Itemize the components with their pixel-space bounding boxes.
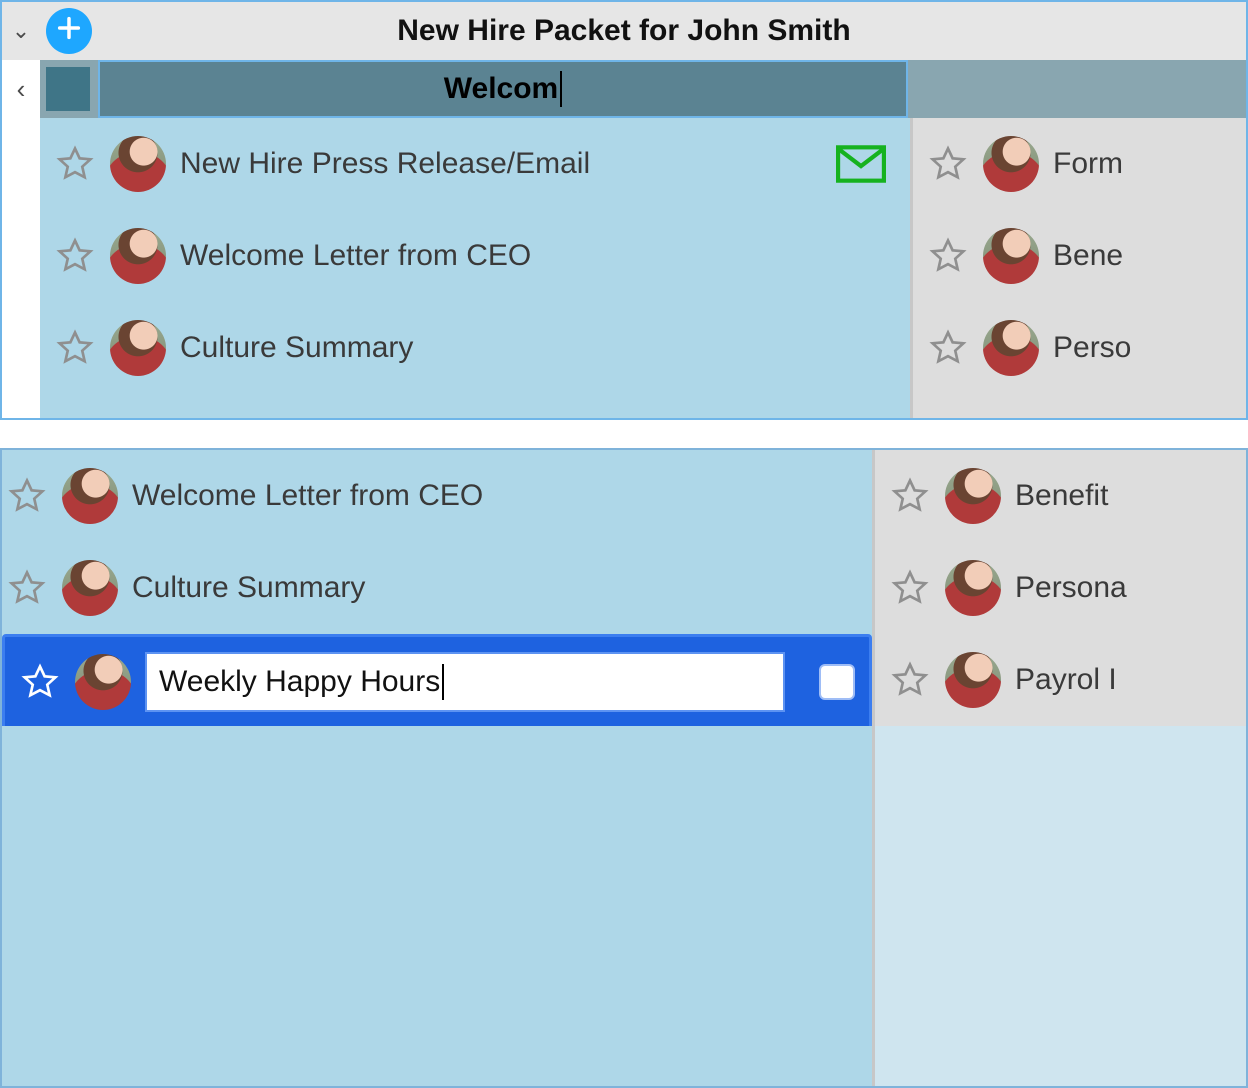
column-b: Benefit Persona Payrol I [872, 450, 1246, 1086]
toolbar: ⌄ New Hire Packet for John Smith [2, 2, 1246, 60]
avatar [110, 320, 166, 376]
card-title: Bene [1053, 239, 1232, 273]
text-cursor [560, 71, 562, 107]
card[interactable]: Welcome Letter from CEO [40, 210, 910, 302]
star-toggle[interactable] [927, 327, 969, 369]
column-a: Welcome Letter from CEO Culture Summary … [2, 450, 872, 1086]
column-header-row: ‹ Welcom [2, 60, 1246, 118]
card[interactable]: Form [913, 118, 1246, 210]
column-a: New Hire Press Release/Email Welcome Let… [40, 118, 910, 418]
card-title: Benefit [1015, 479, 1232, 513]
chevron-left-icon: ‹ [17, 74, 26, 105]
column-b-header [908, 60, 1246, 118]
text-cursor [442, 664, 444, 700]
star-toggle[interactable] [54, 143, 96, 185]
panel-top: ⌄ New Hire Packet for John Smith ‹ Welco… [0, 0, 1248, 420]
column-a-empty-area[interactable] [2, 726, 872, 1086]
private-checkbox[interactable] [819, 664, 855, 700]
card-title: Welcome Letter from CEO [132, 479, 858, 513]
avatar [62, 560, 118, 616]
avatar [945, 468, 1001, 524]
star-toggle[interactable] [927, 143, 969, 185]
column-title-input[interactable]: Welcom [98, 60, 908, 118]
star-toggle[interactable] [19, 661, 61, 703]
add-button[interactable] [46, 8, 92, 54]
plus-icon [55, 14, 83, 49]
card-title: Welcome Letter from CEO [180, 239, 896, 273]
avatar [983, 136, 1039, 192]
card-title: Form [1053, 147, 1232, 181]
card-title: Perso [1053, 331, 1232, 365]
avatar [945, 560, 1001, 616]
star-toggle[interactable] [6, 475, 48, 517]
page-title: New Hire Packet for John Smith [2, 14, 1246, 48]
avatar [75, 654, 131, 710]
star-toggle[interactable] [54, 235, 96, 277]
column-b: Form Bene Perso [910, 118, 1246, 418]
card-title-input[interactable]: Weekly Happy Hours [145, 652, 785, 712]
card[interactable]: Persona [875, 542, 1246, 634]
card[interactable]: Benefit [875, 450, 1246, 542]
avatar [945, 652, 1001, 708]
card-editing[interactable]: Weekly Happy Hours [2, 634, 872, 730]
star-toggle[interactable] [927, 235, 969, 277]
column-b-empty-area[interactable] [875, 726, 1246, 1086]
card[interactable]: Culture Summary [2, 542, 872, 634]
card-title: Culture Summary [132, 571, 858, 605]
card[interactable]: Culture Summary [40, 302, 910, 394]
avatar [983, 228, 1039, 284]
card[interactable]: Welcome Letter from CEO [2, 450, 872, 542]
avatar [62, 468, 118, 524]
card[interactable]: Bene [913, 210, 1246, 302]
board: New Hire Press Release/Email Welcome Let… [2, 118, 1246, 418]
star-toggle[interactable] [889, 567, 931, 609]
star-toggle[interactable] [54, 327, 96, 369]
card[interactable]: Payrol I [875, 634, 1246, 726]
star-toggle[interactable] [889, 475, 931, 517]
avatar [110, 228, 166, 284]
column-color-swatch[interactable] [46, 67, 90, 111]
card[interactable]: New Hire Press Release/Email [40, 118, 910, 210]
card-title: Persona [1015, 571, 1232, 605]
star-toggle[interactable] [6, 567, 48, 609]
avatar [110, 136, 166, 192]
chevron-down-icon: ⌄ [12, 18, 30, 43]
back-button[interactable]: ‹ [2, 60, 40, 118]
avatar [983, 320, 1039, 376]
card-title-input-text: Weekly Happy Hours [159, 665, 440, 699]
star-toggle[interactable] [889, 659, 931, 701]
card-title: Payrol I [1015, 663, 1232, 697]
dropdown-toggle[interactable]: ⌄ [2, 18, 40, 44]
left-gutter [2, 118, 40, 418]
mail-icon [836, 144, 886, 184]
card-title: Culture Summary [180, 331, 896, 365]
card[interactable]: Perso [913, 302, 1246, 394]
column-title-text: Welcom [444, 72, 558, 106]
card-title: New Hire Press Release/Email [180, 147, 822, 181]
panel-bottom: Welcome Letter from CEO Culture Summary … [0, 448, 1248, 1088]
